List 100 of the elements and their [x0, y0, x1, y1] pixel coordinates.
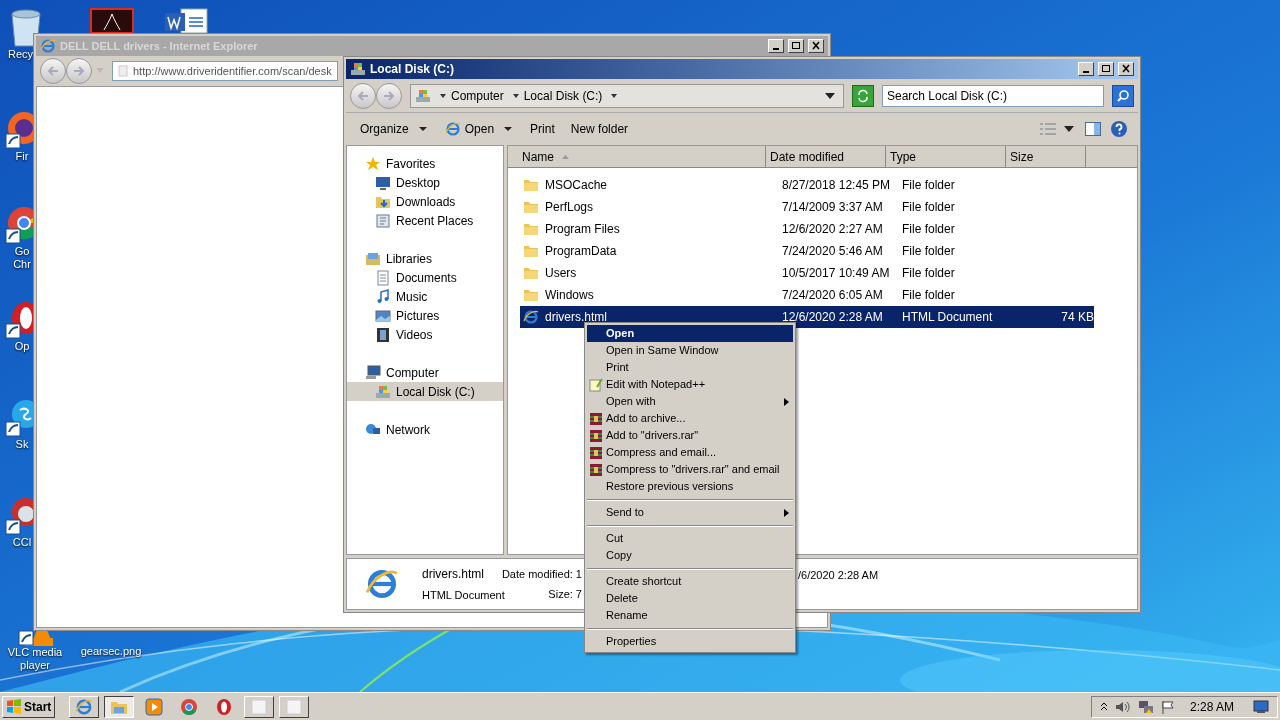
- start-button[interactable]: Start: [2, 695, 56, 718]
- search-button[interactable]: [1112, 84, 1134, 107]
- show-desktop-icon[interactable]: [1253, 699, 1269, 714]
- maximize-button[interactable]: [1098, 62, 1114, 76]
- file-row[interactable]: ProgramData 7/24/2020 5:46 AM File folder: [520, 240, 1094, 262]
- close-icon: [1121, 64, 1131, 74]
- page-icon: [117, 65, 129, 77]
- date-cell-text: 7/24/2020 5:46 AM: [781, 243, 884, 260]
- menu-item[interactable]: Properties: [587, 633, 793, 650]
- nav-item[interactable]: Local Disk (C:): [347, 382, 503, 401]
- address-field[interactable]: http://www.driveridentifier.com/scan/desk: [112, 61, 338, 81]
- file-row[interactable]: Windows 7/24/2020 6:05 AM File folder: [520, 284, 1094, 306]
- toolbar-button[interactable]: Print: [524, 118, 561, 140]
- maximize-button[interactable]: [788, 39, 804, 53]
- nav-item[interactable]: Downloads: [347, 192, 503, 211]
- desktop-icon-label[interactable]: player: [20, 659, 50, 672]
- chevron-up-icon[interactable]: [1099, 701, 1108, 712]
- nav-item[interactable]: Computer: [347, 363, 503, 382]
- chevron-icon[interactable]: [439, 92, 447, 99]
- close-button[interactable]: [1118, 62, 1134, 76]
- library-icon: [365, 250, 381, 267]
- desktop-icon-label[interactable]: VLC media: [7, 646, 63, 659]
- column-header[interactable]: Type: [886, 146, 1006, 167]
- refresh-button[interactable]: [852, 84, 874, 107]
- column-header[interactable]: Size: [1006, 146, 1086, 167]
- menu-item[interactable]: Rename: [587, 607, 793, 624]
- menu-item[interactable]: Open: [587, 325, 793, 342]
- toolbar-button[interactable]: Organize: [354, 118, 435, 140]
- type-cell-text: File folder: [901, 221, 956, 238]
- column-header[interactable]: Date modified: [766, 146, 886, 167]
- toolbar-button[interactable]: New folder: [564, 118, 635, 140]
- nav-item[interactable]: Documents: [347, 268, 503, 287]
- desktop-icon-label[interactable]: Chr: [13, 258, 31, 271]
- menu-item[interactable]: Compress to "drivers.rar" and email: [587, 461, 793, 478]
- file-name: Windows: [545, 287, 594, 304]
- desktop-icon-label[interactable]: gearsec.png: [80, 645, 142, 658]
- menu-item[interactable]: Restore previous versions: [587, 478, 793, 495]
- menu-item[interactable]: Delete: [587, 590, 793, 607]
- help-button[interactable]: [1108, 118, 1130, 140]
- nav-item[interactable]: Libraries: [347, 249, 503, 268]
- desktop-icon-label[interactable]: Op: [14, 340, 30, 353]
- file-row[interactable]: Users 10/5/2017 10:49 AM File folder: [520, 262, 1094, 284]
- menu-item[interactable]: Edit with Notepad++: [587, 376, 793, 393]
- nav-item[interactable]: Recent Places: [347, 211, 503, 230]
- menu-item[interactable]: Add to archive...: [587, 410, 793, 427]
- desktop-icon-label[interactable]: Recy: [8, 48, 34, 61]
- nav-item[interactable]: Network: [347, 420, 503, 439]
- clock[interactable]: 2:28 AM: [1189, 697, 1234, 716]
- menu-item[interactable]: Open with: [587, 393, 793, 410]
- date-cell-text: 12/6/2020 2:27 AM: [781, 221, 884, 238]
- drive-icon: [375, 383, 391, 400]
- address-bar[interactable]: Computer Local Disk (C:): [410, 83, 844, 108]
- search-field[interactable]: Search Local Disk (C:): [882, 84, 1104, 107]
- menu-item[interactable]: Copy: [587, 547, 793, 564]
- nav-item[interactable]: Music: [347, 287, 503, 306]
- chevron-icon[interactable]: [511, 92, 520, 99]
- desktop-icon-label[interactable]: Sk: [15, 438, 29, 451]
- monitor-icon: [375, 174, 391, 191]
- file-row[interactable]: Program Files 12/6/2020 2:27 AM File folder: [520, 218, 1094, 240]
- menu-item[interactable]: Print: [587, 359, 793, 376]
- desktop-icon-label[interactable]: Fir: [15, 150, 29, 163]
- nav-item[interactable]: Favorites: [347, 154, 503, 173]
- menu-item[interactable]: Open in Same Window: [587, 342, 793, 359]
- type-cell-text: File folder: [901, 243, 956, 260]
- menu-item[interactable]: Compress and email...: [587, 444, 793, 461]
- desktop-icon-label[interactable]: CCl: [12, 536, 32, 549]
- nav-item[interactable]: Pictures: [347, 306, 503, 325]
- details-file-name: drivers.html: [422, 565, 485, 583]
- network-icon[interactable]: [1137, 698, 1154, 715]
- folder-icon: [523, 199, 539, 215]
- nav-item[interactable]: Videos: [347, 325, 503, 344]
- back-arrow-icon: [46, 65, 60, 77]
- file-row[interactable]: drivers.html 12/6/2020 2:28 AM HTML Document 74 KB: [520, 306, 1094, 328]
- search-icon: [1116, 88, 1130, 103]
- star-icon: [365, 155, 381, 172]
- flag-icon[interactable]: [1160, 699, 1175, 714]
- taskbar-button[interactable]: [104, 695, 135, 718]
- file-row[interactable]: MSOCache 8/27/2018 12:45 PM File folder: [520, 174, 1094, 196]
- menu-item[interactable]: Create shortcut: [587, 573, 793, 590]
- column-header[interactable]: Name: [508, 146, 766, 167]
- details-size-label: Size: 7: [548, 587, 582, 602]
- minimize-button[interactable]: [768, 39, 784, 53]
- desktop-icon-label[interactable]: Go: [14, 245, 30, 258]
- chrome-ball-icon: [180, 697, 199, 716]
- file-row[interactable]: PerfLogs 7/14/2009 3:37 AM File folder: [520, 196, 1094, 218]
- dropdown-icon[interactable]: [825, 92, 835, 99]
- toolbar-button[interactable]: Open: [438, 118, 521, 140]
- folder-icon: [523, 243, 539, 259]
- menu-item[interactable]: Send to: [587, 504, 793, 521]
- chevron-icon[interactable]: [610, 92, 619, 99]
- menu-item[interactable]: Cut: [587, 530, 793, 547]
- close-button[interactable]: [808, 39, 824, 53]
- menu-item[interactable]: Add to "drivers.rar": [587, 427, 793, 444]
- minimize-button[interactable]: [1078, 62, 1094, 76]
- date-cell-text: 8/27/2018 12:45 PM: [781, 177, 892, 194]
- word-document-icon: [163, 8, 209, 33]
- breadcrumb-item[interactable]: Local Disk (C:): [523, 86, 603, 105]
- speaker-icon[interactable]: [1114, 699, 1131, 714]
- nav-item[interactable]: Desktop: [347, 173, 503, 192]
- breadcrumb-item[interactable]: Computer: [451, 86, 504, 105]
